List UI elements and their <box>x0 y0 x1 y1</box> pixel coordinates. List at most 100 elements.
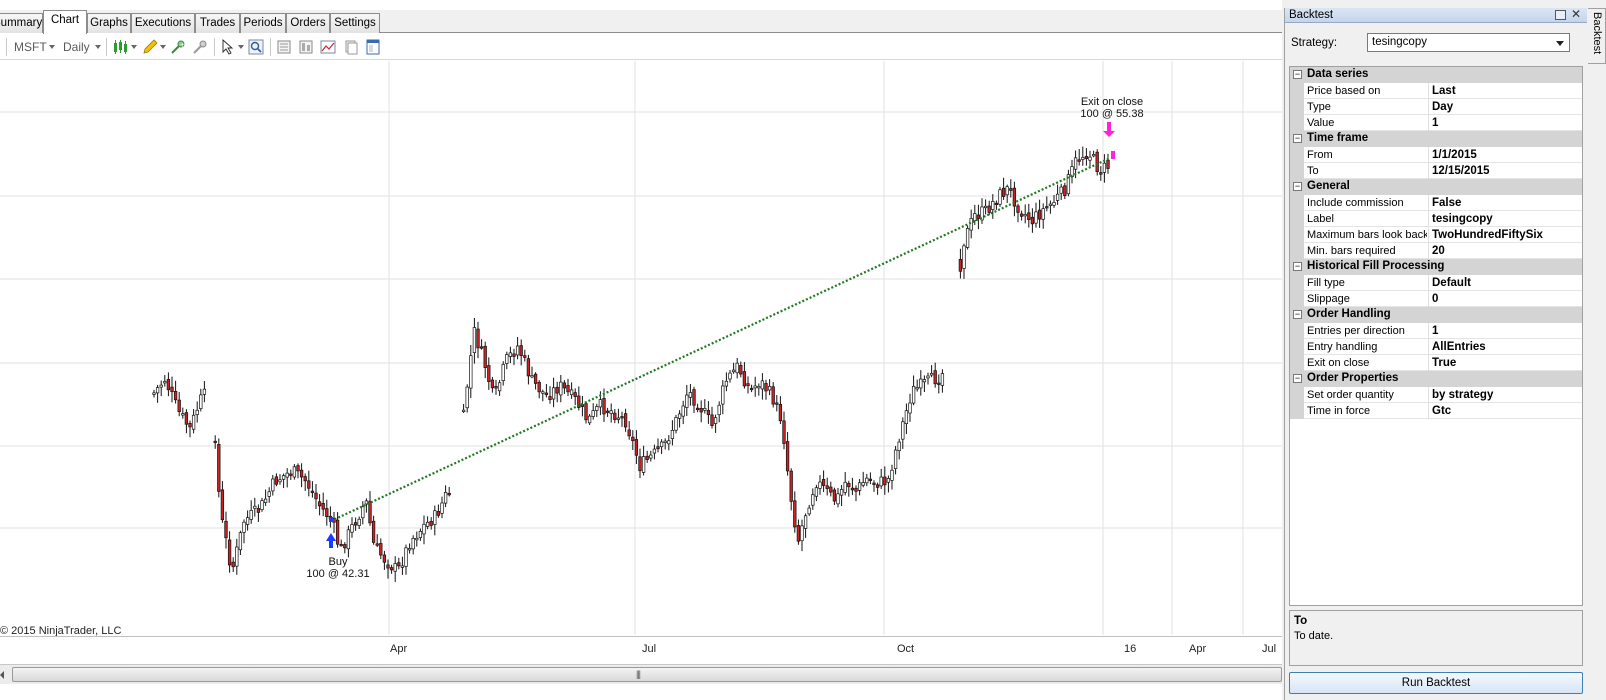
candle-body <box>1106 159 1110 169</box>
category-historical-fill-processing[interactable]: − Historical Fill Processing <box>1290 259 1582 275</box>
tab-orders[interactable]: Orders <box>286 13 330 33</box>
category-time-frame[interactable]: − Time frame <box>1290 131 1582 147</box>
property-row-fill-type[interactable]: Fill type Default <box>1290 275 1582 291</box>
run-backtest-button[interactable]: Run Backtest <box>1289 672 1583 694</box>
column-divider <box>1428 323 1429 339</box>
candle-body <box>987 205 991 213</box>
property-value[interactable]: by strategy <box>1432 388 1580 402</box>
candle-body <box>652 448 657 454</box>
instrument-selector[interactable]: MSFT <box>14 40 47 54</box>
side-tab-backtest[interactable]: Backtest <box>1588 8 1606 64</box>
property-name: Value <box>1307 117 1335 129</box>
properties-icon[interactable] <box>298 39 314 55</box>
property-row-from[interactable]: From 1/1/2015 <box>1290 147 1582 163</box>
property-value[interactable]: False <box>1432 196 1580 210</box>
pencil-draw-icon[interactable] <box>142 39 158 55</box>
property-value[interactable]: TwoHundredFiftySix <box>1432 228 1580 242</box>
candle-body <box>371 520 376 543</box>
zoom-icon[interactable] <box>248 39 264 55</box>
property-value[interactable]: Day <box>1432 100 1580 114</box>
category-order-handling[interactable]: − Order Handling <box>1290 307 1582 323</box>
candlestick-chart[interactable] <box>0 61 1282 635</box>
property-value[interactable]: 12/15/2015 <box>1432 164 1580 178</box>
property-row-price-based-on[interactable]: Price based on Last <box>1290 83 1582 99</box>
property-value[interactable]: True <box>1432 356 1580 370</box>
property-value[interactable]: 0 <box>1432 292 1580 306</box>
scroll-left-icon[interactable] <box>0 671 4 679</box>
candle-body <box>397 562 401 567</box>
row-gutter <box>1290 339 1304 355</box>
strategy-select[interactable]: tesingcopy <box>1367 33 1570 52</box>
interval-selector[interactable]: Daily <box>63 40 90 54</box>
tab-executions[interactable]: Executions <box>131 13 195 33</box>
candlestick-style-icon[interactable] <box>113 39 129 55</box>
category-order-properties[interactable]: − Order Properties <box>1290 371 1582 387</box>
property-row-value[interactable]: Value 1 <box>1290 115 1582 131</box>
horizontal-scrollbar[interactable]: ||| <box>0 664 1282 684</box>
data-box-icon[interactable] <box>276 39 292 55</box>
property-row-include-commission[interactable]: Include commission False <box>1290 195 1582 211</box>
copy-icon[interactable] <box>343 39 359 55</box>
collapse-icon[interactable]: − <box>1293 374 1302 383</box>
pin-icon[interactable] <box>1555 10 1566 20</box>
property-row-entries-per-direction[interactable]: Entries per direction 1 <box>1290 323 1582 339</box>
candle-body <box>490 379 495 389</box>
collapse-icon[interactable]: − <box>1293 310 1302 319</box>
property-row-set-order-quantity[interactable]: Set order quantity by strategy <box>1290 387 1582 403</box>
collapse-icon[interactable]: − <box>1293 182 1302 191</box>
property-row-min-bars-required[interactable]: Min. bars required 20 <box>1290 243 1582 259</box>
property-row-type[interactable]: Type Day <box>1290 99 1582 115</box>
collapse-icon[interactable]: − <box>1293 262 1302 271</box>
collapse-icon[interactable]: − <box>1293 70 1302 79</box>
chart-template-icon[interactable] <box>320 39 336 55</box>
category-general[interactable]: − General <box>1290 179 1582 195</box>
property-value[interactable]: Last <box>1432 84 1580 98</box>
tab-graphs[interactable]: Graphs <box>87 13 131 33</box>
category-data-series[interactable]: − Data series <box>1290 67 1582 83</box>
candle-body <box>915 387 919 390</box>
candle-body <box>699 408 703 413</box>
property-row-maximum-bars-look-back[interactable]: Maximum bars look back TwoHundredFiftySix <box>1290 227 1582 243</box>
property-row-exit-on-close[interactable]: Exit on close True <box>1290 355 1582 371</box>
tab-trades[interactable]: Trades <box>195 13 240 33</box>
property-row-time-in-force[interactable]: Time in force Gtc <box>1290 403 1582 419</box>
property-name: Fill type <box>1307 277 1345 289</box>
candle-body <box>447 493 451 496</box>
tab-settings[interactable]: Settings <box>330 13 380 33</box>
panel-layout-icon[interactable] <box>365 39 381 55</box>
tab-periods[interactable]: Periods <box>240 13 286 33</box>
property-value[interactable]: Default <box>1432 276 1580 290</box>
property-value[interactable]: Gtc <box>1432 404 1580 418</box>
candle-body <box>263 498 268 503</box>
close-icon[interactable]: ✕ <box>1571 7 1581 21</box>
property-row-entry-handling[interactable]: Entry handling AllEntries <box>1290 339 1582 355</box>
property-grid[interactable]: − Data series Price based on Last Type Day Val… <box>1289 66 1583 606</box>
candle-body <box>893 449 898 469</box>
cursor-icon[interactable] <box>220 39 236 55</box>
property-value[interactable]: 1/1/2015 <box>1432 148 1580 162</box>
candle-body <box>836 493 840 505</box>
add-indicator-icon[interactable]: + <box>170 39 186 55</box>
candle-body <box>584 403 588 421</box>
property-row-slippage[interactable]: Slippage 0 <box>1290 291 1582 307</box>
candle-body <box>857 482 862 491</box>
property-row-to[interactable]: To 12/15/2015 <box>1290 163 1582 179</box>
column-divider <box>1428 355 1429 371</box>
property-value[interactable]: AllEntries <box>1432 340 1580 354</box>
row-gutter <box>1290 163 1304 179</box>
property-value[interactable]: tesingcopy <box>1432 212 1580 226</box>
property-name: Time in force <box>1307 405 1371 417</box>
property-row-label[interactable]: Label tesingcopy <box>1290 211 1582 227</box>
property-value[interactable]: 1 <box>1432 116 1580 130</box>
candle-body <box>177 399 181 413</box>
collapse-icon[interactable]: − <box>1293 134 1302 143</box>
property-value[interactable]: 20 <box>1432 244 1580 258</box>
remove-indicator-icon[interactable] <box>192 39 208 55</box>
candle-body <box>933 370 937 385</box>
property-value[interactable]: 1 <box>1432 324 1580 338</box>
scrollbar-thumb[interactable]: ||| <box>12 667 1282 682</box>
tab-chart[interactable]: Chart <box>43 10 87 34</box>
tab-summary[interactable]: Summary <box>0 13 43 33</box>
candle-body <box>1016 205 1020 213</box>
price-chart[interactable]: Exit on close 100 @ 55.38 Buy 100 @ 42.3… <box>0 61 1282 635</box>
